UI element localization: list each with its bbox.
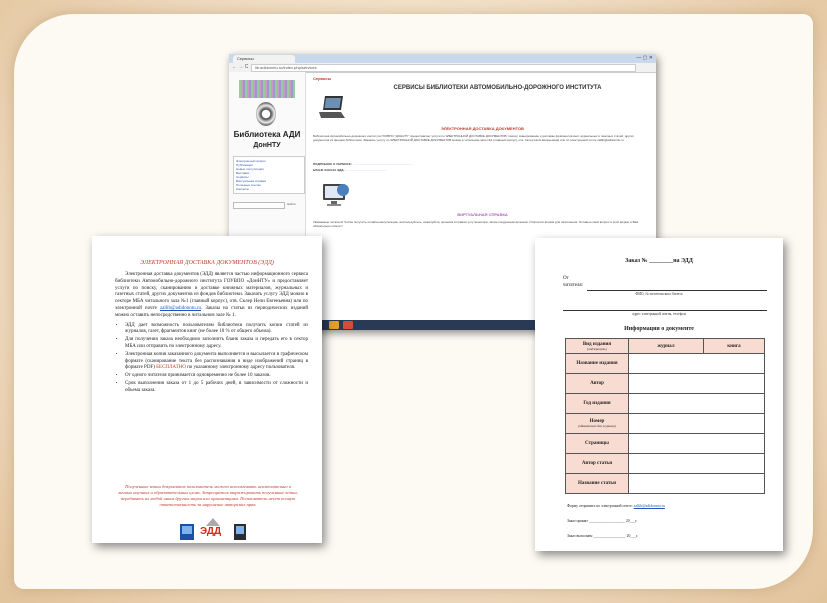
section-title-virtual: ВИРТУАЛЬНАЯ СПРАВКА bbox=[457, 212, 508, 217]
table-cell[interactable] bbox=[628, 393, 765, 414]
edd-logo-text: ЭДД bbox=[200, 526, 222, 537]
send-instructions: Форму отправить по электронной почте: za… bbox=[567, 504, 665, 508]
taskbar-app-icon[interactable] bbox=[329, 321, 339, 329]
site-banner bbox=[239, 80, 295, 98]
document-info-table: Вид издания (подчеркнуть) журнал книга На… bbox=[565, 338, 766, 494]
table-header: Вид издания (подчеркнуть) bbox=[565, 338, 629, 354]
table-cell[interactable] bbox=[628, 433, 765, 454]
window-controls[interactable]: — ▢ ✕ bbox=[636, 55, 653, 61]
reader-label: читателя: bbox=[563, 283, 584, 288]
section-text-virtual: Уважаемые читатели! Чтобы получить онлай… bbox=[313, 220, 639, 228]
library-emblem-icon bbox=[256, 102, 276, 126]
list-item: Для получения заказа необходимо заполнит… bbox=[125, 337, 308, 351]
browser-tab[interactable]: Сервисы bbox=[233, 55, 295, 63]
table-row: Автор bbox=[565, 373, 765, 394]
more-link-row: ПОДРОБНЕЕ О СЕРВИСЕ: …………………………………………………… bbox=[313, 162, 413, 166]
library-org: ДонНТУ bbox=[253, 142, 281, 149]
list-item: От одного читателя принимается одновреме… bbox=[125, 373, 308, 380]
copyright-note: Полученные копии документов пользователь… bbox=[118, 484, 298, 507]
from-label: От bbox=[563, 276, 569, 281]
contact-hint: адрес электронной почты, телефон bbox=[632, 312, 686, 316]
form-link[interactable]: …………………………………… bbox=[345, 168, 387, 172]
reader-line[interactable] bbox=[587, 290, 767, 291]
edd-description-document: ЭЛЕКТРОННАЯ ДОСТАВКА ДОКУМЕНТОВ (ЭДД) Эл… bbox=[92, 236, 322, 543]
breadcrumb[interactable]: Сервисы bbox=[313, 76, 331, 81]
table-cell[interactable] bbox=[628, 353, 765, 374]
address-bar[interactable]: lib.adidonntu.ru/index.php/services bbox=[251, 64, 636, 72]
search-button[interactable]: Найти bbox=[287, 202, 296, 206]
laptop-icon bbox=[319, 96, 345, 118]
list-item: Электронная копия заказанного документа … bbox=[125, 352, 308, 372]
document-body: Электронная доставка документов (ЭДД) яв… bbox=[115, 272, 308, 396]
rules-list: ЭДД дает возможность пользователям библи… bbox=[115, 323, 308, 395]
form-link-row: БЛАНК ЗАКАЗА ЭДД: …………………………………… bbox=[313, 168, 387, 172]
send-email-link[interactable]: zallib@adidonntu.ru bbox=[634, 504, 665, 508]
nav-buttons[interactable]: ← → C bbox=[232, 64, 248, 70]
sidebar-item[interactable]: Контакты bbox=[236, 187, 302, 191]
table-header[interactable]: журнал bbox=[628, 338, 704, 354]
table-row: Автор статьи bbox=[565, 453, 765, 474]
library-name: Библиотека АДИ bbox=[233, 130, 301, 139]
table-row: Год издания bbox=[565, 393, 765, 414]
more-link-label: ПОДРОБНЕЕ О СЕРВИСЕ: bbox=[313, 162, 352, 166]
info-title: Информация о документе bbox=[624, 326, 694, 332]
list-item: Срок выполнения заказа от 1 до 5 рабочих… bbox=[125, 381, 308, 395]
table-cell[interactable] bbox=[628, 453, 765, 474]
tab-bar: Сервисы — ▢ ✕ bbox=[229, 54, 656, 63]
monitor-icon bbox=[323, 184, 349, 206]
order-heading: Заказ № ________на ЭДД bbox=[625, 258, 693, 264]
contact-line[interactable] bbox=[563, 310, 767, 311]
section-text-edd: Библиотека Автомобильно-дорожного инстит… bbox=[313, 134, 634, 142]
table-row: Название статьи bbox=[565, 473, 765, 494]
table-row: Название издания bbox=[565, 353, 765, 374]
section-title-edd: ЭЛЕКТРОННАЯ ДОСТАВКА ДОКУМЕНТОВ bbox=[441, 126, 524, 131]
more-link[interactable]: …………………………………………………… bbox=[353, 162, 413, 166]
completed-line: Заказ выполнен _________________ 20___г. bbox=[567, 534, 639, 538]
edd-order-form: Заказ № ________на ЭДД От читателя: ФИО,… bbox=[535, 238, 783, 551]
table-cell[interactable] bbox=[628, 473, 765, 494]
table-header[interactable]: книга bbox=[702, 338, 766, 354]
table-row: Страницы bbox=[565, 433, 765, 454]
list-item: ЭДД дает возможность пользователям библи… bbox=[125, 323, 308, 337]
form-link-label: БЛАНК ЗАКАЗА ЭДД: bbox=[313, 168, 345, 172]
site-search-input[interactable] bbox=[233, 202, 285, 209]
sidebar-menu: Электронный каталог Публикации Новые пос… bbox=[233, 156, 305, 194]
table-cell[interactable] bbox=[628, 373, 765, 394]
browser-taskbar-icon[interactable] bbox=[343, 321, 353, 329]
email-link[interactable]: zallib@adidonntu.ru bbox=[160, 306, 201, 311]
reader-hint: ФИО, № читательского билета bbox=[635, 292, 683, 296]
table-header-row: Вид издания (подчеркнуть) журнал книга bbox=[565, 338, 766, 354]
table-cell[interactable] bbox=[628, 413, 765, 434]
table-row: Номер (обязательно для журнала) bbox=[565, 413, 765, 434]
free-label: БЕСПЛАТНО bbox=[156, 365, 186, 371]
accepted-line: Заказ принят ___________________ 20___г. bbox=[567, 519, 638, 523]
page-title: СЕРВИСЫ БИБЛИОТЕКИ АВТОМОБИЛЬНО-ДОРОЖНОГ… bbox=[393, 85, 602, 91]
document-title: ЭЛЕКТРОННАЯ ДОСТАВКА ДОКУМЕНТОВ (ЭДД) bbox=[140, 260, 274, 266]
